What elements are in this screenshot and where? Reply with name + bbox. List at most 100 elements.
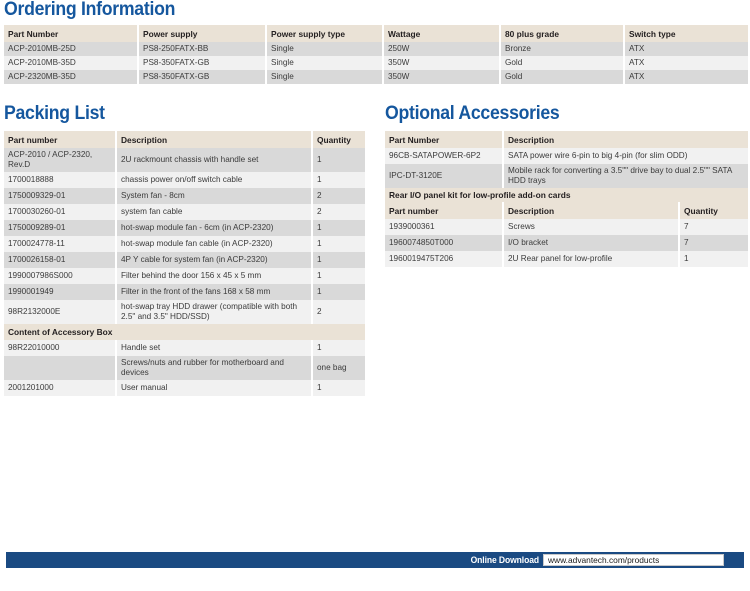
- cell-part-number: 1700018888: [4, 172, 116, 188]
- table-row: ACP-2010MB-25D PS8-250FATX-BB Single 250…: [4, 42, 748, 56]
- packing-list-section: Packing List Part number Description Qua…: [4, 104, 365, 396]
- cell-80-plus-grade: Gold: [499, 70, 624, 84]
- column-header-part-number: Part number: [385, 202, 503, 219]
- cell-description: system fan cable: [115, 204, 312, 220]
- cell-quantity: 1: [311, 252, 365, 268]
- cell-part-number: 1990001949: [4, 284, 116, 300]
- cell-part-number: 1700024778-11: [4, 236, 116, 252]
- table-row: ACP-2320MB-35D PS8-350FATX-GB Single 350…: [4, 70, 748, 84]
- cell-power-supply-type: Single: [265, 56, 383, 70]
- column-header-description: Description: [115, 131, 312, 148]
- cell-quantity: 1: [678, 251, 748, 267]
- cell-part-number: 1700026158-01: [4, 252, 116, 268]
- optional-accessories-table: Part Number Description 96CB-SATAPOWER-6…: [385, 131, 748, 188]
- cell-description: User manual: [115, 380, 312, 396]
- cell-description: System fan - 8cm: [115, 188, 312, 204]
- table-row: IPC-DT-3120E Mobile rack for converting …: [385, 164, 748, 188]
- cell-part-number: 1700030260-01: [4, 204, 116, 220]
- column-header-80-plus-grade: 80 plus grade: [499, 25, 624, 42]
- table-header-row: Part Number Description: [385, 131, 748, 148]
- cell-power-supply-type: Single: [265, 42, 383, 56]
- cell-description: 2U Rear panel for low-profile: [502, 251, 679, 267]
- cell-description: Filter in the front of the fans 168 x 58…: [115, 284, 312, 300]
- column-header-part-number: Part number: [4, 131, 116, 148]
- packing-list-table: Part number Description Quantity ACP-201…: [4, 131, 365, 396]
- table-row: 1990001949 Filter in the front of the fa…: [4, 284, 365, 300]
- cell-quantity: 2: [311, 300, 365, 324]
- ordering-information-title: Ordering Information: [4, 0, 176, 20]
- cell-wattage: 350W: [382, 70, 500, 84]
- optional-accessories-title: Optional Accessories: [385, 103, 560, 124]
- cell-part-number: 96CB-SATAPOWER-6P2: [385, 148, 503, 164]
- cell-quantity: 2: [311, 188, 365, 204]
- column-header-power-supply: Power supply: [137, 25, 266, 42]
- cell-wattage: 350W: [382, 56, 500, 70]
- cell-part-number: 1960019475T206: [385, 251, 503, 267]
- cell-80-plus-grade: Bronze: [499, 42, 624, 56]
- cell-part-number: ACP-2010MB-25D: [4, 42, 138, 56]
- cell-quantity: one bag: [311, 356, 365, 380]
- table-row: ACP-2010 / ACP-2320, Rev.D 2U rackmount …: [4, 148, 365, 172]
- cell-description: hot-swap module fan cable (in ACP-2320): [115, 236, 312, 252]
- cell-quantity: 1: [311, 220, 365, 236]
- cell-wattage: 250W: [382, 42, 500, 56]
- cell-quantity: 1: [311, 268, 365, 284]
- table-row: Screws/nuts and rubber for motherboard a…: [4, 356, 365, 380]
- ordering-information-section: Ordering Information Part Number Power s…: [4, 0, 748, 84]
- table-row: 98R2132000E hot-swap tray HDD drawer (co…: [4, 300, 365, 324]
- cell-part-number: 1939000361: [385, 219, 503, 235]
- table-row: 1990007986S000 Filter behind the door 15…: [4, 268, 365, 284]
- cell-quantity: 7: [678, 235, 748, 251]
- accessory-box-subheader: Content of Accessory Box: [4, 324, 365, 340]
- column-header-power-supply-type: Power supply type: [265, 25, 383, 42]
- table-row: 1939000361 Screws 7: [385, 219, 748, 235]
- table-row: 1700024778-11 hot-swap module fan cable …: [4, 236, 365, 252]
- table-row: 98R22010000 Handle set 1: [4, 340, 365, 356]
- column-header-switch-type: Switch type: [623, 25, 748, 42]
- cell-part-number: IPC-DT-3120E: [385, 164, 503, 188]
- cell-part-number: 1750009329-01: [4, 188, 116, 204]
- column-header-quantity: Quantity: [678, 202, 748, 219]
- cell-quantity: 1: [311, 148, 365, 172]
- rear-io-kit-subheader: Rear I/O panel kit for low-profile add-o…: [385, 188, 748, 202]
- cell-switch-type: ATX: [623, 42, 748, 56]
- cell-description: SATA power wire 6-pin to big 4-pin (for …: [502, 148, 748, 164]
- table-header-row: Part number Description Quantity: [385, 202, 748, 219]
- column-header-wattage: Wattage: [382, 25, 500, 42]
- cell-quantity: 2: [311, 204, 365, 220]
- cell-power-supply: PS8-250FATX-BB: [137, 42, 266, 56]
- column-header-description: Description: [502, 131, 748, 148]
- cell-power-supply: PS8-350FATX-GB: [137, 70, 266, 84]
- cell-description: hot-swap module fan - 6cm (in ACP-2320): [115, 220, 312, 236]
- cell-description: Screws: [502, 219, 679, 235]
- table-row: ACP-2010MB-35D PS8-350FATX-GB Single 350…: [4, 56, 748, 70]
- table-row: 1750009329-01 System fan - 8cm 2: [4, 188, 365, 204]
- cell-part-number: 98R2132000E: [4, 300, 116, 324]
- table-row: 1750009289-01 hot-swap module fan - 6cm …: [4, 220, 365, 236]
- table-row: 96CB-SATAPOWER-6P2 SATA power wire 6-pin…: [385, 148, 748, 164]
- optional-accessories-section: Optional Accessories Part Number Descrip…: [385, 104, 748, 267]
- cell-part-number: ACP-2010MB-35D: [4, 56, 138, 70]
- table-row: 1700030260-01 system fan cable 2: [4, 204, 365, 220]
- cell-quantity: 1: [311, 172, 365, 188]
- table-row: 1960019475T206 2U Rear panel for low-pro…: [385, 251, 748, 267]
- cell-quantity: 1: [311, 380, 365, 396]
- cell-quantity: 7: [678, 219, 748, 235]
- cell-description: Mobile rack for converting a 3.5"" drive…: [502, 164, 748, 188]
- cell-power-supply: PS8-350FATX-GB: [137, 56, 266, 70]
- online-download-url[interactable]: www.advantech.com/products: [543, 554, 724, 566]
- cell-description: Filter behind the door 156 x 45 x 5 mm: [115, 268, 312, 284]
- rear-io-panel-kit-table: Part number Description Quantity 1939000…: [385, 202, 748, 267]
- ordering-information-table: Part Number Power supply Power supply ty…: [4, 25, 748, 84]
- cell-description: chassis power on/off switch cable: [115, 172, 312, 188]
- table-row: 2001201000 User manual 1: [4, 380, 365, 396]
- cell-part-number: 1750009289-01: [4, 220, 116, 236]
- cell-description: hot-swap tray HDD drawer (compatible wit…: [115, 300, 312, 324]
- cell-description: Screws/nuts and rubber for motherboard a…: [115, 356, 312, 380]
- column-header-quantity: Quantity: [311, 131, 365, 148]
- cell-switch-type: ATX: [623, 56, 748, 70]
- table-row: 1700018888 chassis power on/off switch c…: [4, 172, 365, 188]
- cell-description: 2U rackmount chassis with handle set: [115, 148, 312, 172]
- cell-description: I/O bracket: [502, 235, 679, 251]
- table-row: 1960074850T000 I/O bracket 7: [385, 235, 748, 251]
